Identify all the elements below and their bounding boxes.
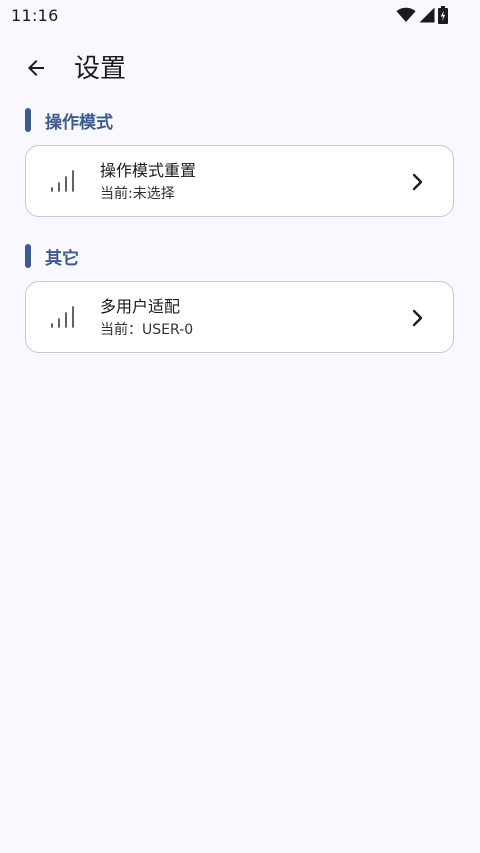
arrow-back-icon [24,56,48,84]
chevron-right-icon [411,307,425,329]
settings-item-subtitle: 当前：USER-0 [100,322,194,338]
section-accent-bar [25,244,31,268]
signal-bars-icon [50,169,76,193]
back-button[interactable] [16,50,56,90]
battery-charging-icon [438,6,448,24]
settings-item-multi-user[interactable]: 多用户适配 当前：USER-0 [25,281,454,353]
settings-item-subtitle: 当前:未选择 [100,186,175,202]
chevron-right-icon [411,171,425,193]
wifi-icon [396,7,416,23]
section-header-other: 其它 [25,244,79,269]
signal-icon [419,7,435,23]
settings-item-title: 多用户适配 [100,297,181,316]
settings-item-title: 操作模式重置 [100,161,197,180]
section-header-operation-mode: 操作模式 [25,108,113,133]
section-accent-bar [25,108,31,132]
section-title: 操作模式 [45,112,113,133]
status-time: 11:16 [11,6,59,25]
section-title: 其它 [45,248,79,269]
signal-bars-icon [50,305,76,329]
app-bar: 设置 [0,40,480,100]
settings-item-operation-mode-reset[interactable]: 操作模式重置 当前:未选择 [25,145,454,217]
status-icons [396,5,448,25]
page-title: 设置 [74,54,127,84]
status-bar: 11:16 [0,0,480,32]
